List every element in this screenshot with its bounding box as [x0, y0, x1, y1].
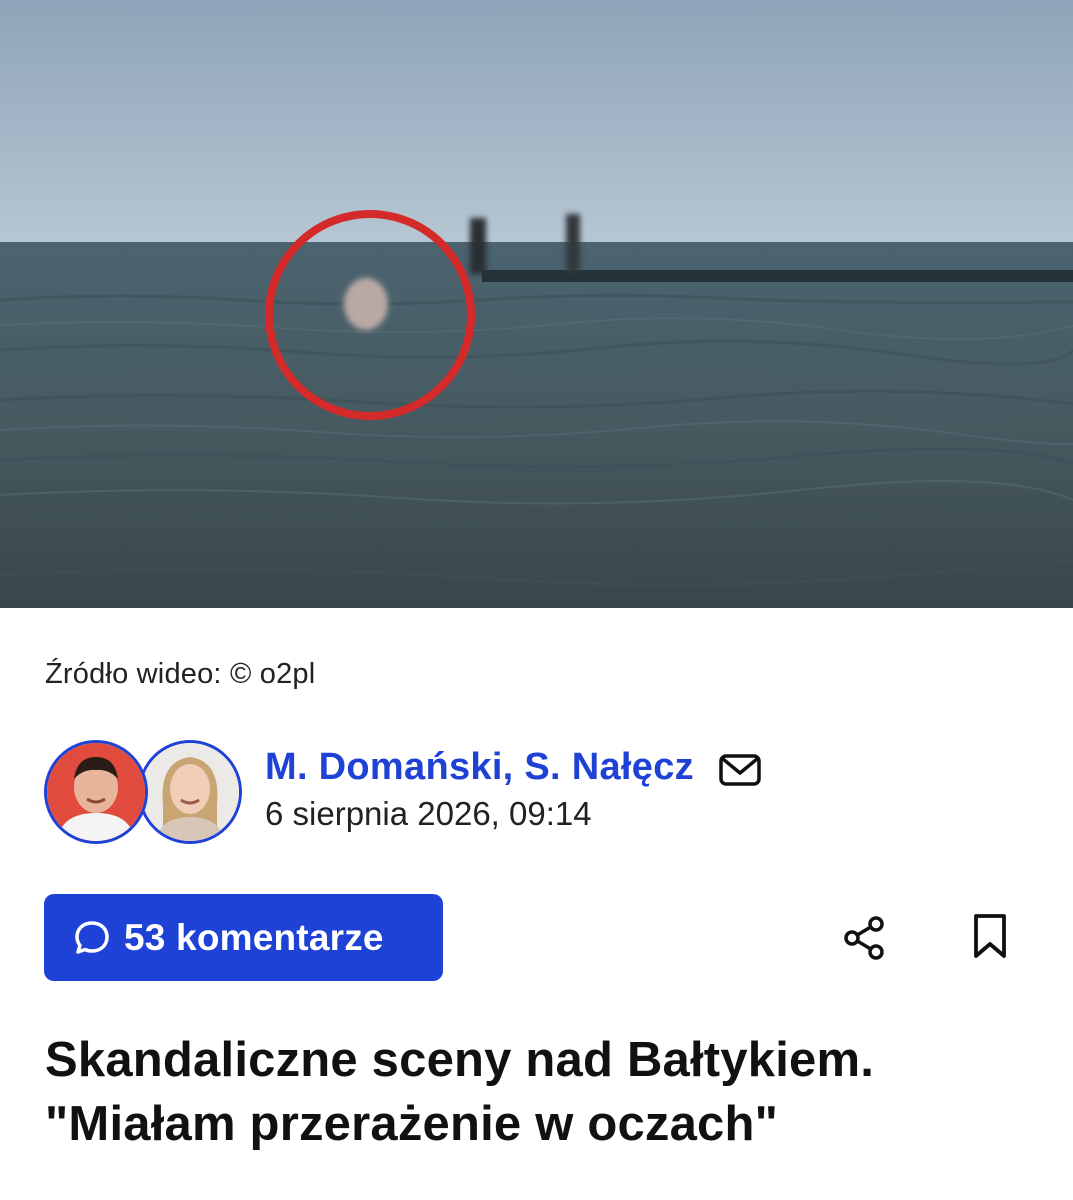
publish-date: 6 sierpnia 2026, 09:14 [265, 795, 592, 832]
author-avatars[interactable] [44, 740, 244, 850]
avatar-photo [141, 743, 239, 841]
bookmark-icon[interactable] [970, 912, 1010, 962]
author-avatar-2[interactable] [138, 740, 242, 844]
comment-bubble-icon [75, 920, 109, 954]
comments-button[interactable]: 53 komentarze [44, 894, 443, 981]
article-video[interactable] [0, 0, 1073, 608]
avatar-photo [47, 743, 145, 841]
author-avatar-1[interactable] [44, 740, 148, 844]
article-headline: Skandaliczne sceny nad Bałtykiem. "Miała… [45, 1033, 875, 1151]
share-icon[interactable] [840, 914, 888, 962]
author-info: M. Domański, S. Nałęcz 6 sierpnia 2026, … [265, 746, 762, 833]
comments-label: 53 komentarze [124, 916, 384, 958]
mail-icon[interactable] [718, 752, 762, 788]
author-line: M. Domański, S. Nałęcz [265, 746, 762, 789]
video-frame [0, 0, 1073, 608]
author-names-link[interactable]: M. Domański, S. Nałęcz [265, 746, 694, 789]
video-source-caption: Źródło wideo: © o2pl [45, 658, 316, 690]
